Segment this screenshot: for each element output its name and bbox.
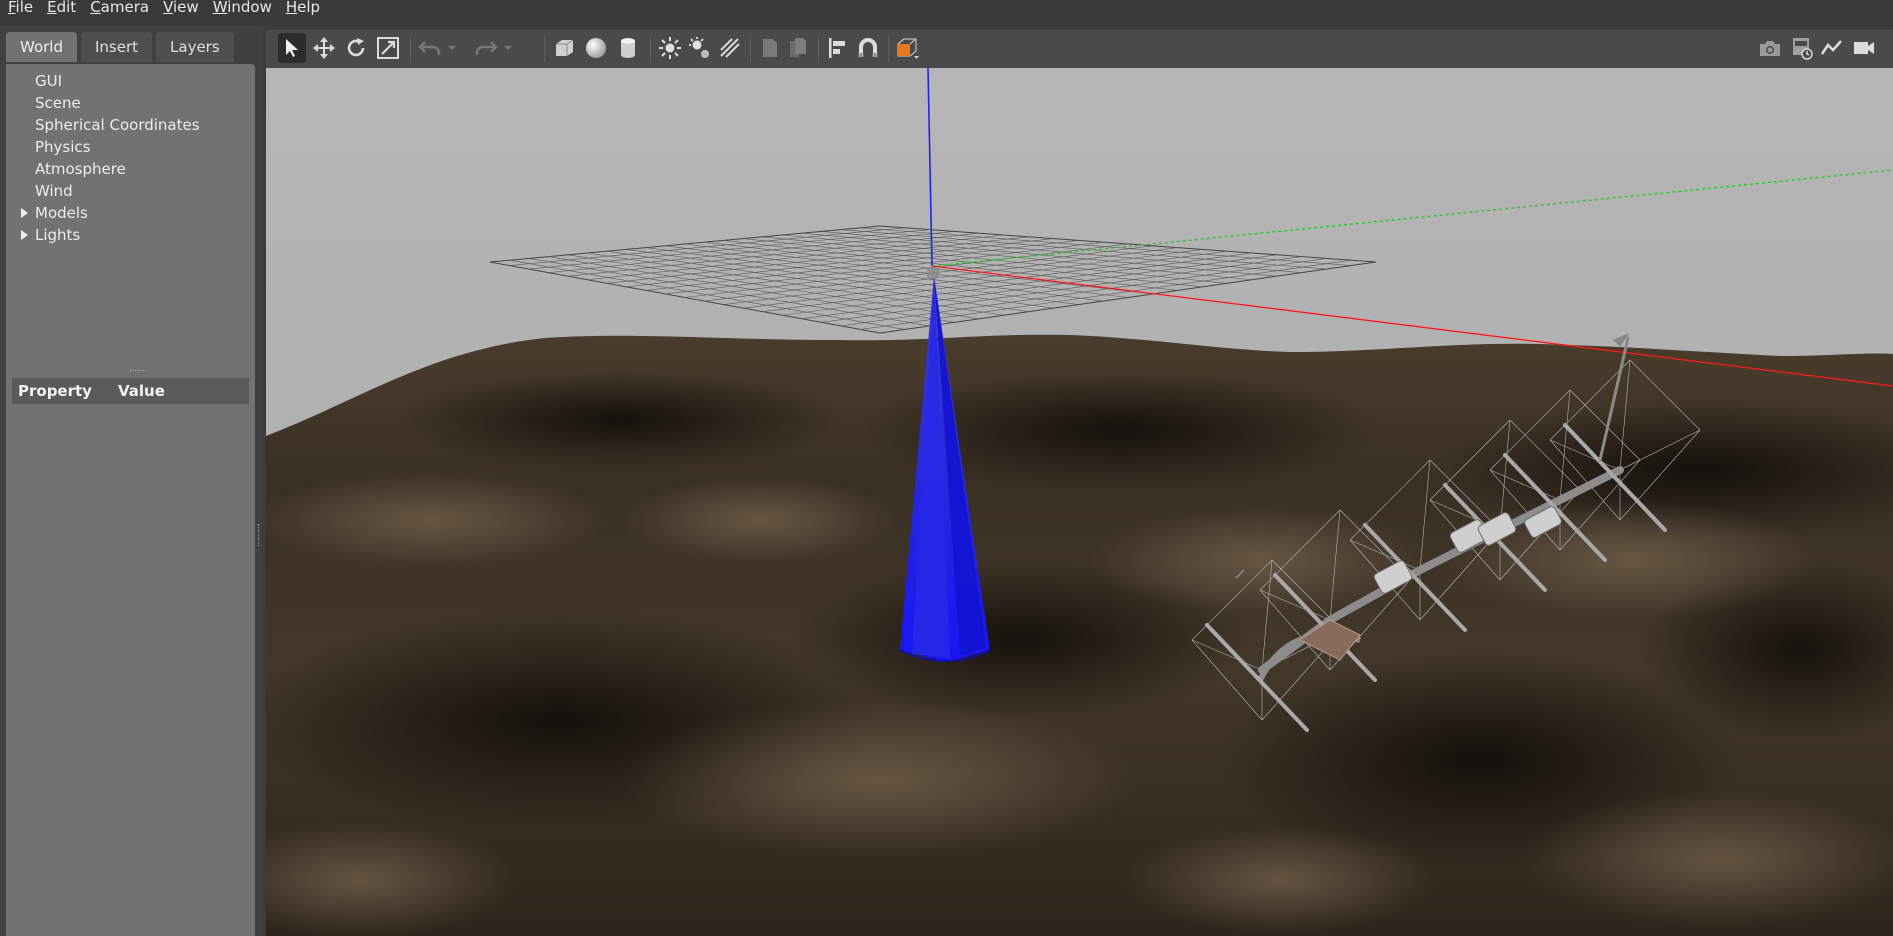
world-tree: GUI Scene Spherical Coordinates Physics …: [6, 70, 255, 246]
toolbar-separator: [650, 36, 651, 62]
value-column-header: Value: [118, 382, 165, 400]
panel-splitter-handle[interactable]: [258, 524, 262, 546]
scale-mode-icon[interactable]: [374, 33, 402, 63]
redo-dropdown-icon[interactable]: [500, 33, 516, 63]
menu-camera[interactable]: Camera: [83, 0, 156, 26]
directional-light-icon[interactable]: [716, 33, 744, 63]
translate-mode-icon[interactable]: [310, 33, 338, 63]
menu-file[interactable]: File: [0, 0, 40, 26]
toolbar-separator: [410, 36, 411, 62]
toolbar-separator: [818, 36, 819, 62]
record-video-icon[interactable]: [1850, 33, 1878, 63]
3d-viewport[interactable]: [266, 68, 1893, 936]
tree-item-lights-label: Lights: [35, 226, 81, 244]
left-panel: World Insert Layers GUI Scene Spherical …: [0, 26, 262, 936]
undo-dropdown-icon[interactable]: [444, 33, 460, 63]
tree-item-lights[interactable]: Lights: [6, 224, 255, 246]
menu-edit[interactable]: Edit: [40, 0, 83, 26]
left-panel-tabs: World Insert Layers: [6, 32, 234, 64]
tree-item-models-label: Models: [35, 204, 88, 222]
tree-item-models[interactable]: Models: [6, 202, 255, 224]
menu-window[interactable]: Window: [206, 0, 279, 26]
tree-item-scene[interactable]: Scene: [6, 92, 255, 114]
rotate-mode-icon[interactable]: [342, 33, 370, 63]
menu-bar: File Edit Camera View Window Help: [0, 0, 1893, 26]
tab-layers[interactable]: Layers: [156, 32, 234, 62]
box-shape-icon[interactable]: [550, 33, 578, 63]
world-panel: GUI Scene Spherical Coordinates Physics …: [6, 64, 255, 936]
tree-item-gui[interactable]: GUI: [6, 70, 255, 92]
tab-insert[interactable]: Insert: [81, 32, 153, 62]
log-icon[interactable]: [1788, 33, 1816, 63]
toolbar-separator: [544, 36, 545, 62]
view-angle-icon[interactable]: [894, 33, 922, 63]
spot-light-icon[interactable]: [686, 33, 714, 63]
menu-view[interactable]: View: [156, 0, 206, 26]
tree-item-physics[interactable]: Physics: [6, 136, 255, 158]
property-column-header: Property: [18, 382, 92, 400]
copy-icon[interactable]: [756, 33, 784, 63]
snap-icon[interactable]: [854, 33, 882, 63]
screenshot-icon[interactable]: [1756, 33, 1784, 63]
scene-render: [266, 68, 1893, 936]
expand-arrow-icon[interactable]: [21, 230, 28, 240]
select-mode-icon[interactable]: [278, 33, 306, 63]
point-light-icon[interactable]: [656, 33, 684, 63]
tree-item-wind[interactable]: Wind: [6, 180, 255, 202]
toolbar-separator: [750, 36, 751, 62]
property-table-header: Property Value: [12, 378, 249, 404]
tab-world[interactable]: World: [6, 32, 77, 62]
tree-item-atmosphere[interactable]: Atmosphere: [6, 158, 255, 180]
splitter-handle[interactable]: [130, 370, 146, 374]
tree-item-spherical-coordinates[interactable]: Spherical Coordinates: [6, 114, 255, 136]
menu-help[interactable]: Help: [279, 0, 327, 26]
cylinder-shape-icon[interactable]: [614, 33, 642, 63]
sphere-shape-icon[interactable]: [582, 33, 610, 63]
undo-icon[interactable]: [416, 33, 444, 63]
redo-icon[interactable]: [472, 33, 500, 63]
align-icon[interactable]: [824, 33, 852, 63]
toolbar-separator: [888, 36, 889, 62]
toolbar: [266, 30, 1893, 68]
plot-icon[interactable]: [1818, 33, 1846, 63]
expand-arrow-icon[interactable]: [21, 208, 28, 218]
paste-icon[interactable]: [784, 33, 812, 63]
